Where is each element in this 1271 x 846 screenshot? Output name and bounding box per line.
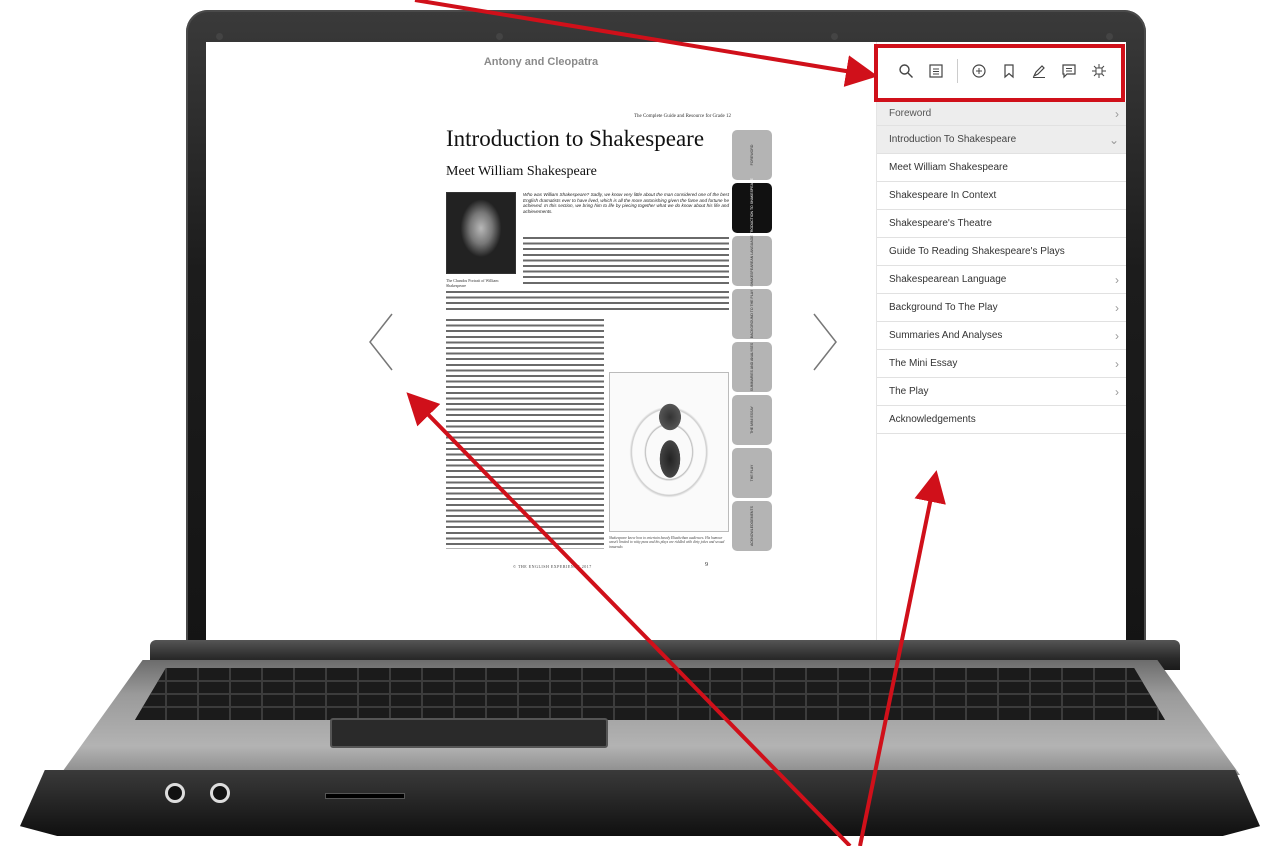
shakespeare-portrait	[446, 192, 516, 274]
page-heading: Introduction to Shakespeare	[446, 126, 705, 151]
toc-item-introduction[interactable]: Introduction To Shakespeare ⌄	[877, 126, 1126, 154]
illustration-caption: Shakespeare knew how to entertain bawdy …	[609, 536, 725, 549]
laptop-front	[20, 770, 1260, 836]
bookmark-button[interactable]	[998, 60, 1020, 82]
toc-item-summaries[interactable]: Summaries And Analyses ›	[877, 322, 1126, 350]
toc-item-background[interactable]: Background To The Play ›	[877, 294, 1126, 322]
search-button[interactable]	[895, 60, 917, 82]
touchpad	[330, 718, 608, 748]
toc-item-context[interactable]: Shakespeare In Context	[877, 182, 1126, 210]
toc-item-label: Introduction To Shakespeare	[889, 134, 1017, 145]
toc-item-label: The Play	[889, 386, 929, 397]
section-tab-background[interactable]: Background to the Play	[732, 289, 772, 339]
book-title: Antony and Cleopatra	[483, 56, 599, 68]
section-tab-play[interactable]: The Play	[732, 448, 772, 498]
toc-item-meet-shakespeare[interactable]: Meet William Shakespeare	[877, 154, 1126, 182]
toc-item-label: The Mini Essay	[889, 358, 958, 369]
fullscreen-icon	[1092, 64, 1106, 78]
toc-item-label: Shakespeare's Theatre	[889, 218, 992, 229]
section-tabs: Foreword Introduction to Shakespeare Sha…	[732, 130, 772, 554]
toc-item-label: Meet William Shakespeare	[889, 162, 1008, 173]
toc-item-label: Guide To Reading Shakespeare's Plays	[889, 246, 1065, 257]
audio-jack	[165, 783, 185, 803]
tab-label: Acknowledgements	[750, 506, 754, 546]
screw-dot	[831, 33, 838, 40]
section-tab-language[interactable]: Shakespearean Language	[732, 235, 772, 287]
page-footer: © THE ENGLISH EXPERIENCE 2017	[513, 564, 592, 569]
section-tab-mini-essay[interactable]: The Mini Essay	[732, 395, 772, 445]
chevron-left-icon	[369, 313, 393, 371]
body-text	[446, 319, 604, 549]
keyboard	[135, 668, 1165, 720]
sidebar: Foreword › Introduction To Shakespeare ⌄ M…	[876, 42, 1126, 640]
chevron-right-icon: ›	[1115, 107, 1119, 121]
reader-toolbar	[877, 42, 1126, 100]
tab-label: Summaries and Analyses	[750, 342, 754, 392]
illustration-figure	[652, 393, 688, 513]
card-slot	[325, 793, 405, 799]
toc-item-label: Foreword	[889, 108, 932, 119]
search-icon	[899, 64, 913, 78]
add-note-icon	[972, 64, 986, 78]
toc-item-label: Background To The Play	[889, 302, 998, 313]
book-page: The Complete Guide and Resource for Grad…	[443, 114, 731, 574]
comment-icon	[1062, 64, 1076, 79]
toc-item-mini-essay[interactable]: The Mini Essay ›	[877, 350, 1126, 378]
toc-item-acknowledgements[interactable]: Acknowledgements	[877, 406, 1126, 434]
chevron-right-icon: ›	[1115, 301, 1119, 315]
tab-label: Shakespearean Language	[750, 235, 754, 287]
toc-item-label: Shakespeare In Context	[889, 190, 997, 201]
section-tab-summaries[interactable]: Summaries and Analyses	[732, 342, 772, 392]
screw-dot	[1106, 33, 1113, 40]
page-subheading: Meet William Shakespeare	[446, 164, 597, 179]
body-text	[446, 291, 729, 313]
body-text	[523, 237, 729, 285]
chevron-down-icon: ⌄	[1108, 133, 1119, 147]
tab-label: The Play	[750, 464, 754, 482]
chevron-right-icon: ›	[1115, 357, 1119, 371]
chevron-right-icon: ›	[1115, 329, 1119, 343]
toc-item-theatre[interactable]: Shakespeare's Theatre	[877, 210, 1126, 238]
highlight-pen-icon	[1032, 65, 1045, 78]
portrait-caption: The Chandos Portrait of William Shakespe…	[446, 278, 499, 288]
audio-jack	[210, 783, 230, 803]
toc-item-reading-guide[interactable]: Guide To Reading Shakespeare's Plays	[877, 238, 1126, 266]
chevron-right-icon: ›	[1115, 385, 1119, 399]
illustration	[609, 372, 729, 532]
page-guide-line: The Complete Guide and Resource for Grad…	[633, 114, 731, 119]
tab-label: Background to the Play	[750, 289, 754, 339]
toc-item-the-play[interactable]: The Play ›	[877, 378, 1126, 406]
toc-item-label: Shakespearean Language	[889, 274, 1007, 285]
toc-button[interactable]	[925, 60, 947, 82]
chevron-right-icon	[813, 313, 837, 371]
previous-page-button[interactable]	[366, 312, 396, 372]
toc-item-foreword[interactable]: Foreword ›	[877, 102, 1126, 126]
highlight-button[interactable]	[1028, 60, 1050, 82]
toc-item-language[interactable]: Shakespearean Language ›	[877, 266, 1126, 294]
section-tab-acknowledgements[interactable]: Acknowledgements	[732, 501, 772, 551]
fullscreen-button[interactable]	[1088, 60, 1110, 82]
tab-label: Foreword	[750, 144, 754, 166]
screw-dot	[216, 33, 223, 40]
intro-paragraph: Who was William Shakespeare? Sadly, we k…	[523, 192, 729, 214]
next-page-button[interactable]	[810, 312, 840, 372]
table-of-contents: Foreword › Introduction To Shakespeare ⌄ M…	[877, 102, 1126, 434]
tab-label: Introduction to Shakespeare	[750, 178, 754, 238]
toc-item-label: Summaries And Analyses	[889, 330, 1003, 341]
section-tab-foreword[interactable]: Foreword	[732, 130, 772, 180]
bookmark-icon	[1004, 64, 1014, 79]
add-note-button[interactable]	[968, 60, 990, 82]
screw-dot	[496, 33, 503, 40]
section-tab-introduction[interactable]: Introduction to Shakespeare	[732, 178, 772, 238]
chevron-right-icon: ›	[1115, 273, 1119, 287]
tab-label: The Mini Essay	[750, 406, 754, 434]
page-number: 9	[705, 562, 708, 568]
toc-icon	[929, 64, 943, 78]
comment-button[interactable]	[1058, 60, 1080, 82]
reader-screen: Antony and Cleopatra The Complete Guide …	[206, 42, 1126, 640]
toolbar-divider	[957, 59, 958, 83]
toc-item-label: Acknowledgements	[889, 414, 976, 425]
